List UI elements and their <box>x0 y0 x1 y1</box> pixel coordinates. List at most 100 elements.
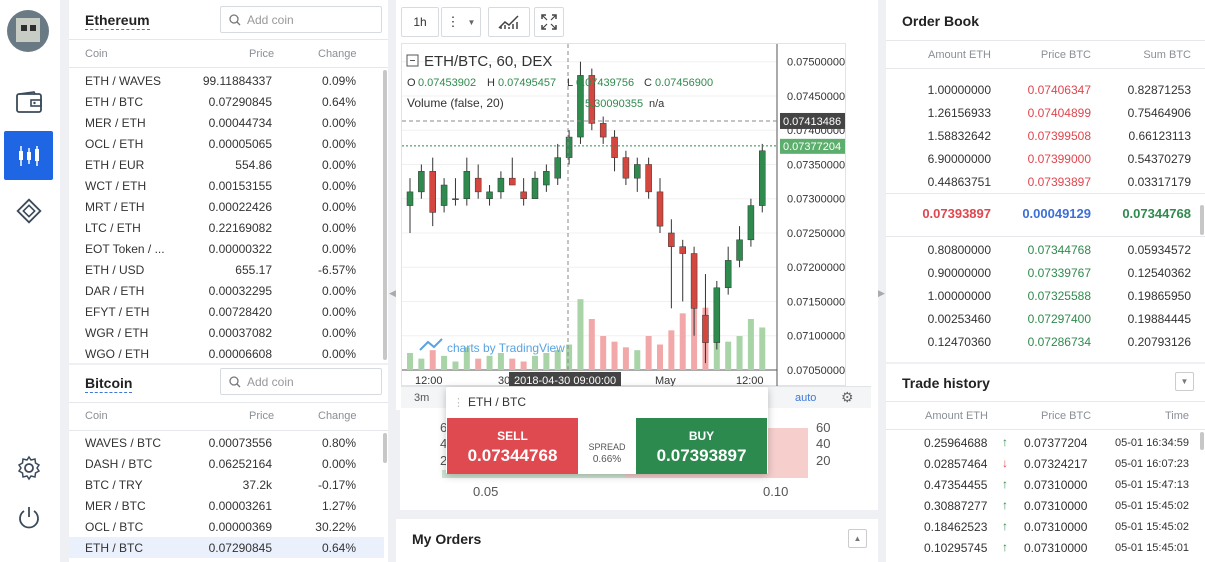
order-book-row[interactable]: 1.00000000 0.07325588 0.19865950 <box>886 284 1205 307</box>
volume-bar <box>407 353 413 370</box>
wallet-nav-button[interactable] <box>4 77 53 126</box>
market-row[interactable]: OCL / BTC 0.00000369 30.22% <box>69 516 384 537</box>
buy-button[interactable]: BUY 0.07393897 <box>636 418 767 474</box>
market-row[interactable]: MER / BTC 0.00003261 1.27% <box>69 495 384 516</box>
volume-bar <box>418 358 425 370</box>
market-row[interactable]: OCL / ETH 0.00005065 0.00% <box>69 133 384 154</box>
trade-amount: 0.10295745 <box>924 541 988 555</box>
trade-history-toggle-button[interactable]: ▼ <box>1175 372 1194 391</box>
ethereum-title[interactable]: Ethereum <box>85 12 150 30</box>
ethereum-scrollbar[interactable] <box>383 70 387 360</box>
market-price: 0.00032295 <box>208 284 272 298</box>
order-book-row[interactable]: 1.00000000 0.07406347 0.82871253 <box>886 78 1205 101</box>
order-book-scrollbar[interactable] <box>1200 205 1204 235</box>
candle-body <box>531 177 539 199</box>
arrow-up-icon: ↑ <box>1002 435 1008 449</box>
col-head-coin[interactable]: Coin <box>85 48 108 60</box>
dex-nav-button[interactable] <box>4 186 53 235</box>
my-orders-toggle-button[interactable]: ▲ <box>848 529 867 548</box>
price-chart[interactable]: 0.07500000 0.07450000 0.07400000 0.07350000… <box>401 43 847 387</box>
market-row[interactable]: ETH / USD 655.17 -6.57% <box>69 259 384 280</box>
market-pair: OCL / BTC <box>85 520 144 534</box>
tradingview-watermark: charts by TradingView <box>447 341 565 355</box>
diamond-exchange-icon <box>15 197 42 224</box>
ethereum-search-input[interactable]: Add coin <box>220 6 382 33</box>
market-row[interactable]: MER / ETH 0.00044734 0.00% <box>69 112 384 133</box>
market-row[interactable]: EOT Token / ... 0.00000322 0.00% <box>69 238 384 259</box>
candlestick-chart-svg[interactable]: 0.075000000.074500000.074000000.07350000… <box>402 44 847 387</box>
market-row[interactable]: WGO / ETH 0.00006608 0.00% <box>69 343 384 364</box>
col-head-price[interactable]: Price <box>249 410 274 422</box>
market-pair: WGR / ETH <box>85 326 149 340</box>
wallet-icon <box>15 90 42 113</box>
interval-button[interactable]: 1h <box>401 7 439 37</box>
bitcoin-search-input[interactable]: Add coin <box>220 368 382 395</box>
order-book-row[interactable]: 1.26156933 0.07404899 0.75464906 <box>886 101 1205 124</box>
market-row[interactable]: ETH / BTC 0.07290845 0.64% <box>69 537 384 558</box>
range-3m-button[interactable]: 3m <box>414 392 429 404</box>
market-row[interactable]: ETH / BTC 0.07290845 0.64% <box>69 91 384 112</box>
indicators-button[interactable] <box>488 7 530 37</box>
market-price: 0.00003261 <box>208 499 272 513</box>
logout-nav-button[interactable] <box>4 493 53 542</box>
trade-amount: 0.02857464 <box>924 457 988 471</box>
bitcoin-search-placeholder: Add coin <box>247 375 294 389</box>
depth-right-tick: 40 <box>816 436 830 451</box>
col-head-change[interactable]: Change <box>318 48 357 60</box>
ob-sum: 0.20793126 <box>1127 335 1191 349</box>
bitcoin-title[interactable]: Bitcoin <box>85 375 133 393</box>
collapse-left-icon[interactable]: ◀ <box>389 288 396 299</box>
trade-history-title: Trade history <box>902 375 990 391</box>
market-row[interactable]: BTC / TRY 37.2k -0.17% <box>69 474 384 495</box>
market-row[interactable]: WGR / ETH 0.00037082 0.00% <box>69 322 384 343</box>
market-pair: ETH / EUR <box>85 158 145 172</box>
settings-nav-button[interactable] <box>4 443 53 492</box>
ob-price: 0.07325588 <box>1027 289 1091 303</box>
order-book-row[interactable]: 6.90000000 0.07399000 0.54370279 <box>886 147 1205 170</box>
spread-bid: 0.07344768 <box>1122 206 1191 221</box>
volume-study-label[interactable]: Volume (false, 20) <box>407 96 504 110</box>
trading-nav-button[interactable] <box>4 131 53 180</box>
ethereum-search-placeholder: Add coin <box>247 13 294 27</box>
my-orders-panel: My Orders ▲ <box>396 519 878 562</box>
bitcoin-scrollbar[interactable] <box>383 433 387 463</box>
col-head-price[interactable]: Price <box>249 48 274 60</box>
divider <box>886 40 1205 41</box>
order-book-row[interactable]: 0.44863751 0.07393897 0.03317179 <box>886 170 1205 193</box>
trade-history-scrollbar[interactable] <box>1200 432 1204 450</box>
market-row[interactable]: DASH / BTC 0.06252164 0.00% <box>69 453 384 474</box>
market-row[interactable]: ETH / WAVES 99.11884337 0.09% <box>69 70 384 91</box>
app-root: Ethereum Add coin Coin Price Change ETH … <box>0 0 1205 562</box>
indicators-icon <box>498 15 519 29</box>
order-book-row[interactable]: 0.00253460 0.07297400 0.19884445 <box>886 307 1205 330</box>
order-book-row[interactable]: 1.58832642 0.07399508 0.66123113 <box>886 124 1205 147</box>
interval-menu-button[interactable]: ⋮ ▼ <box>441 7 481 37</box>
market-row[interactable]: WCT / ETH 0.00153155 0.00% <box>69 175 384 196</box>
order-book-row[interactable]: 0.80800000 0.07344768 0.05934572 <box>886 238 1205 261</box>
col-head-coin[interactable]: Coin <box>85 410 108 422</box>
market-row[interactable]: DAR / ETH 0.00032295 0.00% <box>69 280 384 301</box>
chart-settings-icon[interactable]: ⚙ <box>841 389 854 406</box>
sell-button[interactable]: SELL 0.07344768 <box>447 418 578 474</box>
trade-price: 0.07377204 <box>1024 436 1088 450</box>
trade-row: 0.30887277 ↑ 0.07310000 05-01 15:45:02 <box>886 495 1205 516</box>
avatar[interactable] <box>7 10 49 52</box>
market-row[interactable]: MRT / ETH 0.00022426 0.00% <box>69 196 384 217</box>
volume-bar <box>588 319 595 370</box>
fullscreen-button[interactable] <box>534 7 564 37</box>
collapse-right-icon[interactable]: ▶ <box>878 288 885 299</box>
trade-widget-pair: ETH / BTC <box>468 395 527 409</box>
col-head-change[interactable]: Change <box>318 410 357 422</box>
order-book-row[interactable]: 0.90000000 0.07339767 0.12540362 <box>886 261 1205 284</box>
market-row[interactable]: WAVES / BTC 0.00073556 0.80% <box>69 432 384 453</box>
market-row[interactable]: LTC / ETH 0.22169082 0.00% <box>69 217 384 238</box>
ob-head-sum: Sum BTC <box>1143 49 1191 61</box>
market-row[interactable]: ETH / EUR 554.86 0.00% <box>69 154 384 175</box>
auto-scale-button[interactable]: auto <box>795 392 816 404</box>
market-row[interactable]: EFYT / ETH 0.00728420 0.00% <box>69 301 384 322</box>
ob-head-amount: Amount ETH <box>928 49 991 61</box>
divider <box>69 402 388 403</box>
market-pair: ETH / USD <box>85 263 145 277</box>
order-book-row[interactable]: 0.12470360 0.07286734 0.20793126 <box>886 330 1205 353</box>
market-change: 0.00% <box>321 242 356 256</box>
